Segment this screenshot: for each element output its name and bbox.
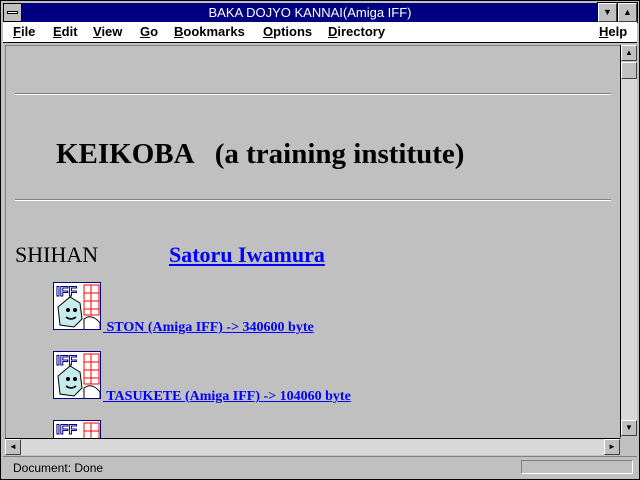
menu-options-label: ptions — [273, 24, 313, 39]
iff-file-icon[interactable]: IFF — [53, 420, 101, 438]
menu-directory-label: irectory — [337, 24, 386, 39]
menu-file-mnemonic: F — [13, 24, 21, 39]
iff-file-icon-graphic: IFF — [54, 283, 100, 329]
shihan-name-link[interactable]: Satoru Iwamura — [169, 242, 325, 268]
scroll-up-button[interactable]: ▲ — [621, 45, 637, 61]
title-bar: BAKA DOJYO KANNAI(Amiga IFF) ▼ ▲ — [3, 2, 638, 23]
vertical-scrollbar[interactable]: ▲ ▼ — [620, 45, 638, 437]
menu-edit-mnemonic: E — [53, 24, 62, 39]
arrow-left-icon: ◄ — [9, 442, 17, 451]
menu-directory[interactable]: Directory — [328, 24, 385, 39]
status-bar: Document: Done — [3, 456, 637, 479]
browser-window: BAKA DOJYO KANNAI(Amiga IFF) ▼ ▲ File Ed… — [0, 0, 640, 480]
scroll-right-button[interactable]: ► — [604, 439, 620, 455]
menu-edit[interactable]: Edit — [53, 24, 78, 39]
arrow-right-icon: ► — [608, 442, 616, 451]
menu-view-label: iew — [101, 24, 123, 39]
system-menu-icon — [7, 11, 18, 14]
menu-bookmarks-mnemonic: B — [174, 24, 184, 39]
progress-indicator — [521, 460, 633, 474]
menu-options[interactable]: Options — [263, 24, 312, 39]
scroll-left-button[interactable]: ◄ — [5, 439, 21, 455]
menu-go[interactable]: Go — [140, 24, 158, 39]
scroll-down-button[interactable]: ▼ — [621, 420, 637, 436]
menu-file[interactable]: File — [13, 24, 35, 39]
menu-bookmarks[interactable]: Bookmarks — [174, 24, 245, 39]
page-heading: KEIKOBA (a training institute) — [56, 138, 465, 170]
menu-go-mnemonic: G — [140, 24, 151, 39]
menu-options-mnemonic: O — [263, 24, 274, 39]
menu-help[interactable]: Help — [599, 24, 627, 39]
maximize-icon: ▲ — [623, 7, 632, 17]
horizontal-rule-top — [15, 93, 611, 95]
menu-help-label: elp — [608, 24, 628, 39]
system-menu-button[interactable] — [3, 3, 22, 22]
iff-file-icon[interactable]: IFF — [53, 282, 101, 330]
maximize-button[interactable]: ▲ — [617, 2, 638, 23]
shihan-label: SHIHAN — [15, 242, 99, 267]
horizontal-rule-bottom — [15, 199, 611, 201]
horizontal-scrollbar[interactable]: ◄ ► — [5, 438, 620, 455]
arrow-down-icon: ▼ — [625, 423, 633, 432]
iff-icon-label: IFF — [56, 283, 77, 299]
window-title: BAKA DOJYO KANNAI(Amiga IFF) — [208, 5, 412, 20]
minimize-icon: ▼ — [603, 7, 612, 17]
minimize-button[interactable]: ▼ — [597, 2, 618, 23]
arrow-up-icon: ▲ — [625, 48, 633, 57]
menu-go-label: o — [150, 24, 159, 39]
vertical-scroll-track[interactable] — [621, 62, 637, 420]
file-link-ston[interactable]: STON (Amiga IFF) -> 340600 byte — [103, 320, 314, 336]
vertical-scroll-thumb[interactable] — [621, 62, 637, 79]
iff-file-icon-graphic: IFF — [54, 421, 100, 438]
document-content: KEIKOBA (a training institute) SHIHAN Sa… — [5, 45, 621, 439]
iff-file-icon[interactable]: IFF — [53, 351, 101, 399]
menu-edit-label: dit — [61, 24, 78, 39]
scrollbar-corner — [621, 438, 637, 454]
menu-file-label: ile — [20, 24, 36, 39]
file-link-tasukete[interactable]: TASUKETE (Amiga IFF) -> 104060 byte — [103, 389, 351, 405]
menu-view[interactable]: View — [93, 24, 122, 39]
iff-icon-label: IFF — [56, 352, 77, 368]
menu-help-mnemonic: H — [599, 24, 609, 39]
menu-bar: File Edit View Go Bookmarks Options Dire… — [3, 22, 637, 43]
menu-directory-mnemonic: D — [328, 24, 338, 39]
iff-file-icon-graphic: IFF — [54, 352, 100, 398]
menu-bookmarks-label: ookmarks — [183, 24, 245, 39]
iff-icon-label: IFF — [56, 421, 77, 437]
status-text: Document: Done — [13, 461, 104, 475]
